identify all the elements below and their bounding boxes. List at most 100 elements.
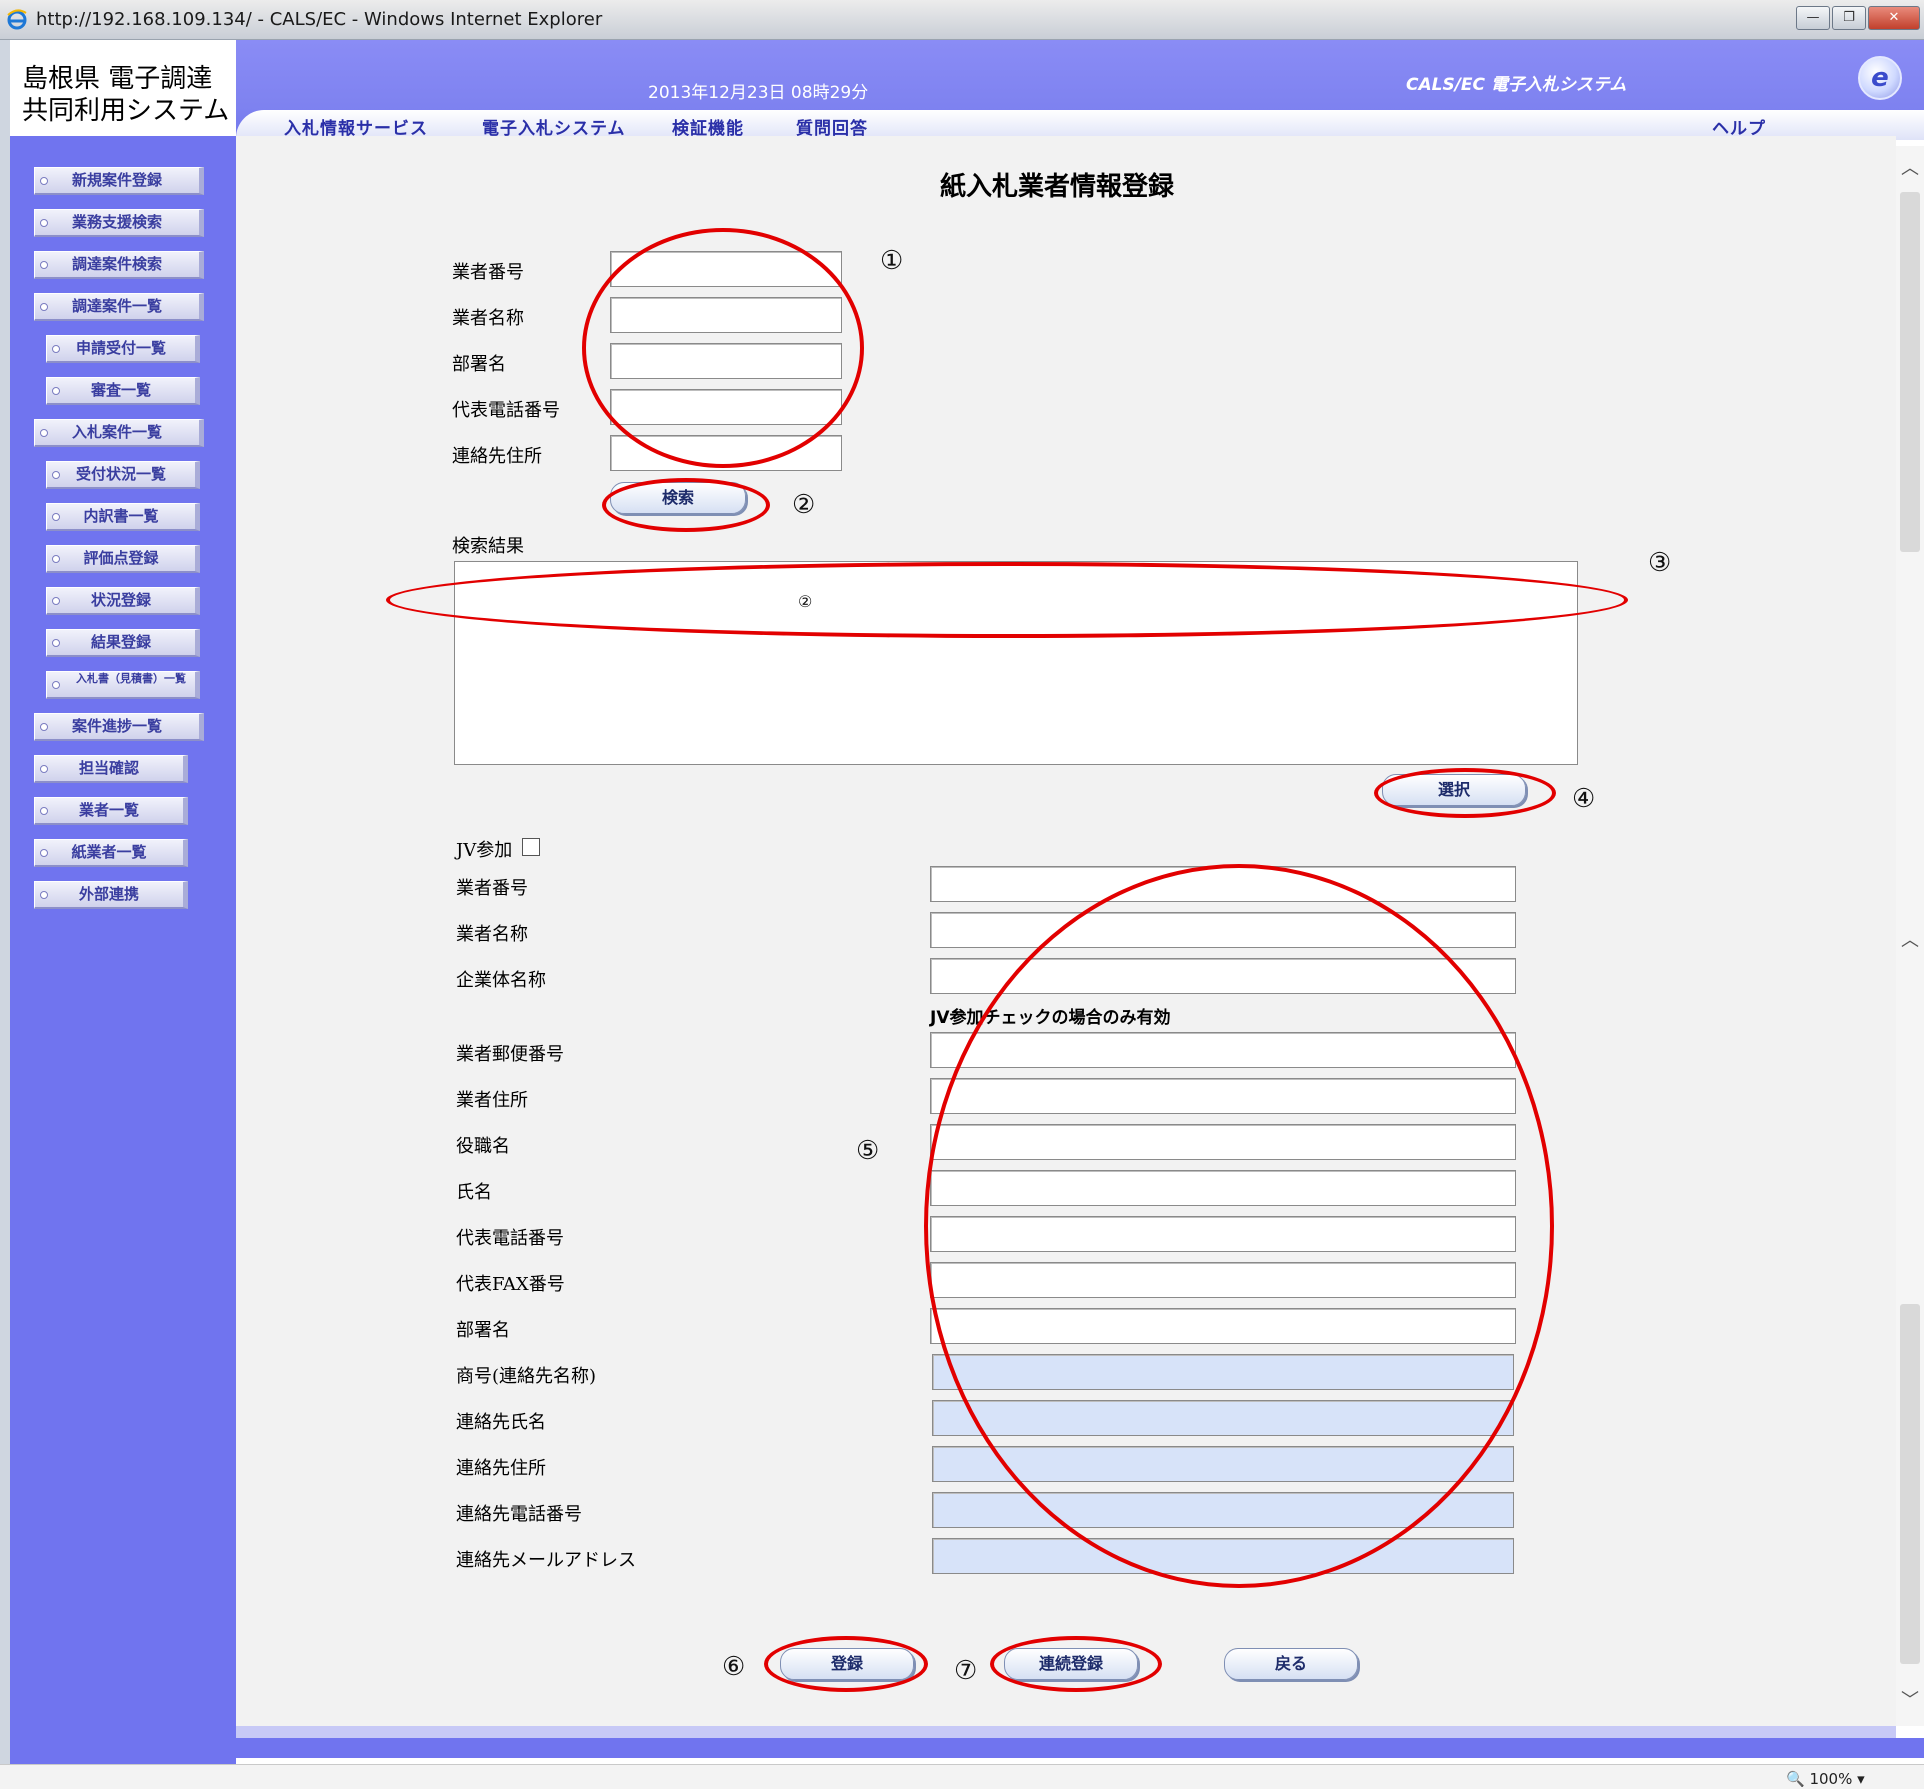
jv-checkbox[interactable]	[522, 838, 540, 856]
annotation-marker-1: ①	[880, 246, 904, 276]
footer-band	[236, 1726, 1896, 1738]
sidebar-item-breakdown-list[interactable]: 内訳書一覧	[46, 503, 200, 531]
bullet-icon	[40, 219, 48, 227]
form-label-phone: 代表電話番号	[456, 1228, 564, 1249]
sidebar-item-procurement-search[interactable]: 調達案件検索	[34, 251, 204, 279]
annotation-ring-continuous-register-button	[990, 1636, 1162, 1692]
bullet-icon	[52, 681, 60, 689]
zoom-dropdown-icon: ▾	[1852, 1770, 1865, 1788]
logo-line2: 共同利用システム	[22, 96, 230, 126]
scroll-up-icon-2[interactable]: ︿	[1900, 926, 1920, 952]
search-label-address: 連絡先住所	[452, 446, 542, 467]
search-label-vendor-name: 業者名称	[452, 308, 524, 329]
bullet-icon	[40, 177, 48, 185]
zoom-level[interactable]: 🔍 100% ▾	[1786, 1770, 1865, 1788]
scroll-thumb-top[interactable]	[1900, 192, 1920, 552]
form-label-vendor-name: 業者名称	[456, 924, 528, 945]
annotation-ring-search-button	[602, 478, 770, 532]
form-label-vendor-address: 業者住所	[456, 1090, 528, 1111]
sidebar-item-progress-list[interactable]: 案件進捗一覧	[34, 713, 204, 741]
search-label-department: 部署名	[452, 354, 506, 375]
jv-label: JV参加	[456, 840, 513, 861]
bullet-icon	[52, 387, 60, 395]
annotation-marker-2: ②	[792, 490, 816, 520]
annotation-marker-4: ④	[1572, 784, 1596, 814]
sidebar-item-person-check[interactable]: 担当確認	[34, 755, 188, 783]
window-title-bar: http://192.168.109.134/ - CALS/EC - Wind…	[0, 0, 1924, 40]
bullet-icon	[40, 765, 48, 773]
search-result-label: 検索結果	[452, 536, 524, 557]
annotation-marker-3: ③	[1648, 548, 1672, 578]
form-label-vendor-number: 業者番号	[456, 878, 528, 899]
sidebar-item-score-register[interactable]: 評価点登録	[46, 545, 200, 573]
bullet-icon	[52, 597, 60, 605]
scroll-thumb-bottom[interactable]	[1900, 1304, 1920, 1664]
window-controls: — ❐ ✕	[1796, 6, 1920, 30]
sidebar-item-support-search[interactable]: 業務支援検索	[34, 209, 204, 237]
bullet-icon	[40, 429, 48, 437]
form-label-person-name: 氏名	[456, 1182, 492, 1203]
status-bar	[0, 1764, 1924, 1789]
annotation-ring-form-fields	[924, 864, 1554, 1588]
bullet-icon	[40, 723, 48, 731]
sidebar-item-application-list[interactable]: 申請受付一覧	[46, 335, 200, 363]
system-name: CALS/EC 電子入札システム	[1406, 75, 1627, 95]
form-label-contact-name: 連絡先氏名	[456, 1412, 546, 1433]
ie-icon	[7, 9, 27, 30]
annotation-marker-2-inner: ②	[798, 592, 813, 611]
vertical-scrollbar[interactable]: ︿ ︿ ﹀	[1896, 146, 1924, 1726]
search-label-phone: 代表電話番号	[452, 400, 560, 421]
bullet-icon	[52, 345, 60, 353]
annotation-marker-6: ⑥	[722, 1652, 746, 1682]
sidebar-item-bid-case-list[interactable]: 入札案件一覧	[34, 419, 204, 447]
annotation-ring-result-list	[386, 562, 1628, 638]
sidebar-item-new-case[interactable]: 新規案件登録	[34, 167, 204, 195]
form-label-postal-code: 業者郵便番号	[456, 1044, 564, 1065]
window-frame-left	[0, 40, 10, 1765]
sidebar-item-external-link[interactable]: 外部連携	[34, 881, 188, 909]
annotation-ring-select-button	[1374, 768, 1556, 818]
bullet-icon	[52, 639, 60, 647]
sidebar-item-vendor-list[interactable]: 業者一覧	[34, 797, 188, 825]
bullet-icon	[40, 849, 48, 857]
scroll-down-icon[interactable]: ﹀	[1900, 1686, 1920, 1712]
minimize-button[interactable]: —	[1796, 6, 1830, 30]
sidebar-item-review-list[interactable]: 審査一覧	[46, 377, 200, 405]
annotation-marker-7: ⑦	[954, 1656, 978, 1686]
close-button[interactable]: ✕	[1868, 6, 1920, 30]
form-label-fax: 代表FAX番号	[456, 1274, 565, 1295]
bullet-icon	[40, 303, 48, 311]
sidebar-item-status-register[interactable]: 状況登録	[46, 587, 200, 615]
sidebar-item-bid-document-list[interactable]: 入札書（見積書）一覧	[46, 671, 200, 699]
form-label-title: 役職名	[456, 1136, 510, 1157]
annotation-ring-search-fields	[582, 228, 864, 468]
back-button[interactable]: 戻る	[1224, 1648, 1358, 1680]
bullet-icon	[40, 261, 48, 269]
zoom-icon: 🔍	[1786, 1770, 1810, 1788]
restore-button[interactable]: ❐	[1832, 6, 1866, 30]
bullet-icon	[52, 513, 60, 521]
bullet-icon	[40, 891, 48, 899]
form-label-contact-email: 連絡先メールアドレス	[456, 1550, 636, 1571]
bullet-icon	[40, 807, 48, 815]
annotation-marker-5: ⑤	[856, 1136, 880, 1166]
sidebar-item-procurement-list[interactable]: 調達案件一覧	[34, 293, 204, 321]
annotation-ring-register-button	[764, 1636, 928, 1692]
scroll-up-icon[interactable]: ︿	[1900, 154, 1920, 180]
page-title: 紙入札業者情報登録	[940, 172, 1175, 202]
bullet-icon	[52, 555, 60, 563]
sidebar-item-result-register[interactable]: 結果登録	[46, 629, 200, 657]
sidebar-item-paper-vendor-list[interactable]: 紙業者一覧	[34, 839, 188, 867]
form-label-contact-address: 連絡先住所	[456, 1458, 546, 1479]
ie-logo-icon: e	[1858, 56, 1902, 100]
form-label-trade-name: 商号(連絡先名称)	[456, 1366, 597, 1387]
datetime: 2013年12月23日 08時29分	[648, 83, 869, 103]
bullet-icon	[52, 471, 60, 479]
form-label-enterprise-name: 企業体名称	[456, 970, 546, 991]
form-label-department: 部署名	[456, 1320, 510, 1341]
window-title: http://192.168.109.134/ - CALS/EC - Wind…	[36, 9, 603, 30]
form-label-contact-phone: 連絡先電話番号	[456, 1504, 582, 1525]
search-label-vendor-number: 業者番号	[452, 262, 524, 283]
sidebar-item-reception-status[interactable]: 受付状況一覧	[46, 461, 200, 489]
footer-bar	[236, 1738, 1924, 1758]
